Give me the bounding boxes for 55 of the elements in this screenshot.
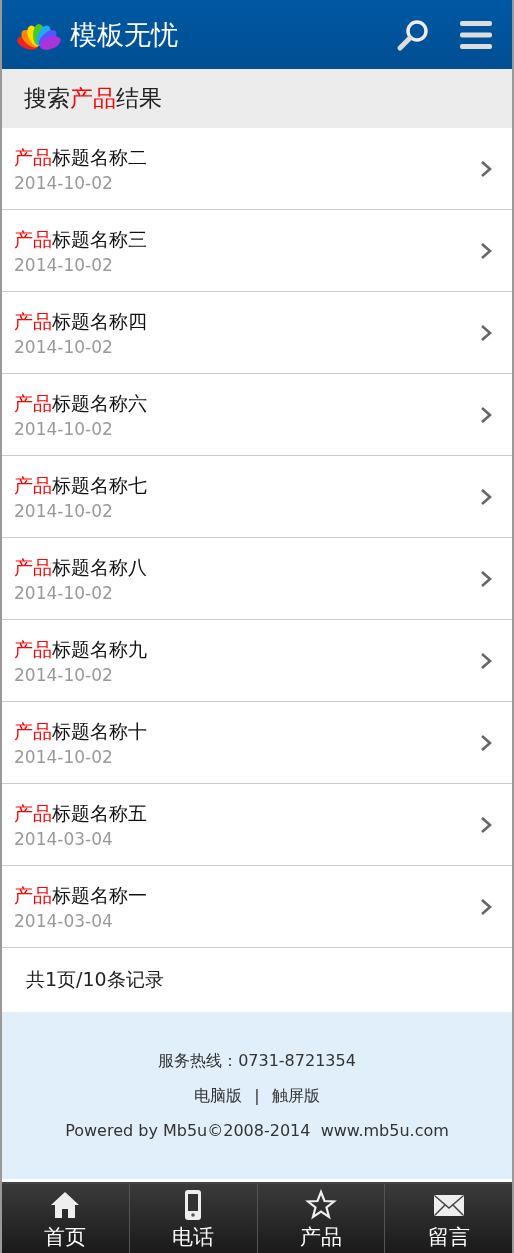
chevron-icon xyxy=(480,815,492,834)
chevron-icon xyxy=(480,733,492,752)
star-icon xyxy=(304,1189,337,1221)
chevron-icon xyxy=(480,897,492,916)
result-date: 2014-10-02 xyxy=(14,172,114,193)
result-date: 2014-10-02 xyxy=(14,336,114,357)
result-title: 产品标题名称二 xyxy=(14,144,148,170)
logo-text: 模板无忧 xyxy=(70,17,178,52)
result-date: 2014-10-02 xyxy=(14,582,114,603)
result-title: 产品标题名称九 xyxy=(14,636,148,662)
link-separator: | xyxy=(254,1086,260,1107)
result-item[interactable]: 产品标题名称四 2014-10-02 xyxy=(2,292,512,374)
desktop-link[interactable]: 电脑版 xyxy=(194,1086,243,1107)
nav-button[interactable]: 首页 xyxy=(2,1184,129,1253)
result-date: 2014-10-02 xyxy=(14,500,114,521)
result-item[interactable]: 产品标题名称三 2014-10-02 xyxy=(2,210,512,292)
result-title: 产品标题名称八 xyxy=(14,554,148,580)
result-date: 2014-10-02 xyxy=(14,664,114,685)
result-item[interactable]: 产品标题名称十 2014-10-02 xyxy=(2,702,512,784)
result-title: 产品标题名称七 xyxy=(14,472,148,498)
nav-button[interactable]: 产品 xyxy=(256,1184,385,1253)
result-title: 产品标题名称六 xyxy=(14,390,148,416)
result-item[interactable]: 产品标题名称六 2014-10-02 xyxy=(2,374,512,456)
chevron-icon xyxy=(480,405,492,424)
result-title: 产品标题名称五 xyxy=(14,800,148,826)
result-date: 2014-03-04 xyxy=(14,910,114,931)
nav-button[interactable]: 电话 xyxy=(128,1184,257,1253)
menu-icon[interactable] xyxy=(460,18,492,51)
pagination-text: 共1页/10条记录 xyxy=(26,967,164,992)
result-item[interactable]: 产品标题名称八 2014-10-02 xyxy=(2,538,512,620)
result-item[interactable]: 产品标题名称九 2014-10-02 xyxy=(2,620,512,702)
result-item[interactable]: 产品标题名称一 2014-03-04 xyxy=(2,866,512,948)
result-title: 产品标题名称四 xyxy=(14,308,148,334)
result-date: 2014-10-02 xyxy=(14,418,114,439)
result-date: 2014-10-02 xyxy=(14,254,114,275)
chevron-icon xyxy=(480,569,492,588)
result-title: 产品标题名称十 xyxy=(14,718,148,744)
search-icon[interactable] xyxy=(396,17,430,52)
touch-link[interactable]: 触屏版 xyxy=(271,1086,320,1107)
result-date: 2014-03-04 xyxy=(14,828,114,849)
chevron-icon xyxy=(480,487,492,506)
chevron-icon xyxy=(480,323,492,342)
result-item[interactable]: 产品标题名称七 2014-10-02 xyxy=(2,456,512,538)
result-title: 产品标题名称一 xyxy=(14,882,148,908)
page-heading: 搜索产品结果 xyxy=(24,84,162,113)
copyright-text: Powered by Mb5u©2008-2014 www.mb5u.com xyxy=(65,1121,449,1140)
chevron-icon xyxy=(480,241,492,260)
result-item[interactable]: 产品标题名称五 2014-03-04 xyxy=(2,784,512,866)
hotline-text: 服务热线：0731-8721354 xyxy=(158,1051,356,1072)
chevron-icon xyxy=(480,159,492,178)
result-item[interactable]: 产品标题名称二 2014-10-02 xyxy=(2,128,512,210)
chevron-icon xyxy=(480,651,492,670)
result-date: 2014-10-02 xyxy=(14,746,114,767)
nav-button[interactable]: 留言 xyxy=(384,1184,512,1253)
result-title: 产品标题名称三 xyxy=(14,226,148,252)
